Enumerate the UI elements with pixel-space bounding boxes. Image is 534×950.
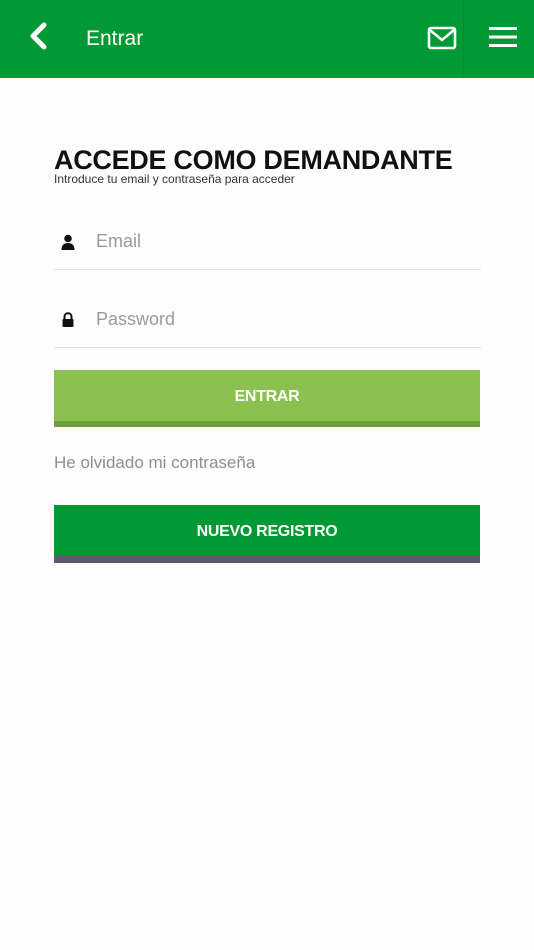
- login-subheading: Introduce tu email y contraseña para acc…: [54, 172, 295, 186]
- email-field: [54, 214, 481, 270]
- entrar-button[interactable]: ENTRAR: [54, 370, 480, 427]
- user-icon: [54, 232, 82, 252]
- password-field: [54, 292, 481, 348]
- page-title: Entrar: [86, 27, 144, 50]
- app-bar: Entrar: [0, 0, 534, 78]
- forgot-password-link[interactable]: He olvidado mi contraseña: [54, 452, 255, 474]
- lock-icon: [54, 310, 82, 330]
- envelope-icon: [427, 26, 457, 50]
- chevron-left-icon: [30, 22, 47, 50]
- password-input[interactable]: [96, 304, 466, 335]
- appbar-divider: [463, 0, 464, 78]
- login-page: Entrar ACCEDE COMO DEMANDANTE Introduce …: [0, 0, 534, 950]
- menu-button[interactable]: [480, 16, 526, 58]
- messages-button[interactable]: [420, 18, 464, 58]
- nuevo-registro-button[interactable]: NUEVO REGISTRO: [54, 505, 480, 563]
- email-input[interactable]: [96, 226, 466, 257]
- back-button[interactable]: [18, 16, 58, 56]
- hamburger-menu-icon: [489, 27, 517, 47]
